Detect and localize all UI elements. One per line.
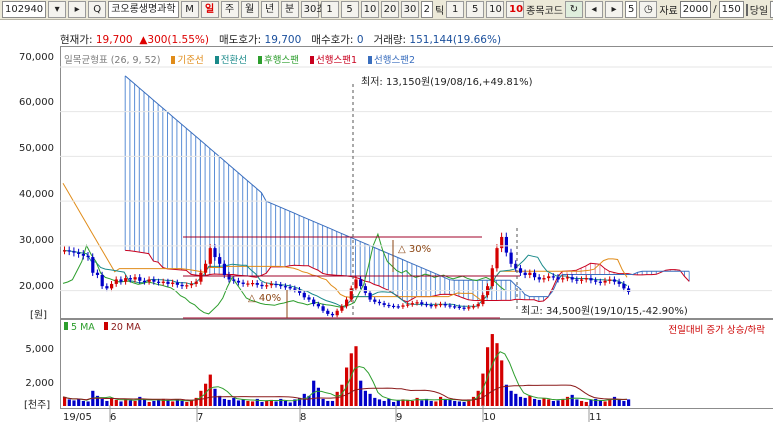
period-month-button[interactable]: 월	[240, 1, 259, 18]
vol-tick-2000: 2,000	[25, 378, 54, 389]
pct40-annotation: △ 40%	[248, 293, 282, 304]
chart-menu-button[interactable]: M	[180, 1, 199, 18]
tick-1-button[interactable]: 1	[446, 1, 465, 18]
next-arrow-icon[interactable]: ▸	[604, 1, 623, 18]
data-count-select[interactable]: 2000 ▾	[679, 1, 712, 18]
price-tick-40000: 40,000	[19, 189, 54, 200]
today-label: 당일	[749, 6, 769, 17]
ask-value: 19,700	[264, 34, 302, 46]
stock-name-field[interactable]: 코오롱생명과학	[108, 1, 179, 18]
data-count-value: 2000	[682, 4, 709, 15]
vol-ma5-legend[interactable]: 5 MA	[64, 322, 95, 333]
tick-5-button[interactable]: 5	[466, 1, 485, 18]
vol-ma5-label: 5 MA	[71, 322, 95, 333]
price-tick-60000: 60,000	[19, 97, 54, 108]
minute-5-button[interactable]: 5	[340, 1, 359, 18]
x-tick-5: 10	[483, 412, 496, 423]
period-day-button[interactable]: 일	[200, 1, 219, 18]
price-label: 현재가:	[60, 34, 93, 46]
ask-label: 매도호가:	[219, 34, 262, 46]
data-label: 자료	[659, 6, 678, 17]
minute-30-button[interactable]: 30	[400, 1, 419, 18]
volume-legend: 5 MA 20 MA	[64, 322, 141, 333]
high-annotation: 최고: 34,500원(19/10/15,-42.90%)	[521, 306, 688, 317]
next-button[interactable]: ▸	[68, 1, 87, 18]
price-tick-50000: 50,000	[19, 143, 54, 154]
vol-ma20-label: 20 MA	[110, 322, 141, 333]
x-tick-3: 8	[300, 412, 307, 423]
clock-icon[interactable]: ◷	[639, 1, 658, 18]
prev-arrow-icon[interactable]: ◂	[584, 1, 603, 18]
slash-label: /	[713, 4, 717, 15]
step-field[interactable]: 5	[624, 1, 638, 18]
page-field[interactable]: 150	[718, 1, 744, 18]
x-tick-0: 19/05	[63, 412, 92, 423]
x-tick-4: 9	[396, 412, 403, 423]
vol-tick-5000: 5,000	[25, 344, 54, 355]
volume-label: 거래량:	[373, 34, 407, 46]
low-annotation: 최저: 13,150원(19/08/16,+49.81%)	[361, 77, 533, 88]
x-tick-6: 11	[589, 412, 602, 423]
period-minute-button[interactable]: 분	[280, 1, 299, 18]
volume-note: 전일대비 증가 상승/하락	[668, 325, 765, 336]
code-label: 종목코드	[526, 6, 563, 17]
today-checkbox[interactable]	[745, 3, 748, 16]
minute-1-button[interactable]: 1	[320, 1, 339, 18]
refresh-icon[interactable]: ↻	[564, 1, 583, 18]
quote-info: 현재가: 19,700 ▲300(1.55%) 매도호가: 19,700 매수호…	[60, 32, 501, 47]
change-value: ▲300(1.55%)	[139, 34, 209, 46]
volume-panel[interactable]	[60, 318, 773, 409]
price-tick-30000: 30,000	[19, 235, 54, 246]
x-tick-2: 7	[197, 412, 204, 423]
tick-count-field[interactable]: 2	[420, 1, 433, 18]
volume-unit: [천주]	[24, 400, 51, 411]
price-unit: [원]	[30, 310, 48, 321]
tick-10b-button[interactable]: 10	[506, 1, 525, 18]
period-week-button[interactable]: 주	[220, 1, 239, 18]
minute-10-button[interactable]: 10	[360, 1, 379, 18]
search-icon[interactable]: Q	[88, 1, 107, 18]
code-dropdown-button[interactable]: ▾	[48, 1, 67, 18]
volume-value: 151,144(19.66%)	[409, 34, 502, 46]
bid-value: 0	[356, 34, 364, 46]
bid-label: 매수호가:	[311, 34, 354, 46]
tick-label: 틱	[434, 6, 445, 17]
minute-unit-button[interactable]: 30초	[300, 1, 326, 18]
period-year-button[interactable]: 년	[260, 1, 279, 18]
x-tick-1: 6	[110, 412, 117, 423]
stock-code-field[interactable]: 102940	[2, 1, 47, 18]
price-tick-70000: 70,000	[19, 52, 54, 63]
toolbar: 102940 ▾ ▸ Q 코오롱생명과학 M 일 주 월 년 분 30초 1 5…	[0, 0, 773, 20]
pct30-annotation: △ 30%	[398, 244, 432, 255]
price-tick-20000: 20,000	[19, 281, 54, 292]
minute-20-button[interactable]: 20	[380, 1, 399, 18]
vol-ma20-legend[interactable]: 20 MA	[103, 322, 141, 333]
price-value: 19,700	[95, 34, 133, 46]
tick-10-button[interactable]: 10	[486, 1, 505, 18]
